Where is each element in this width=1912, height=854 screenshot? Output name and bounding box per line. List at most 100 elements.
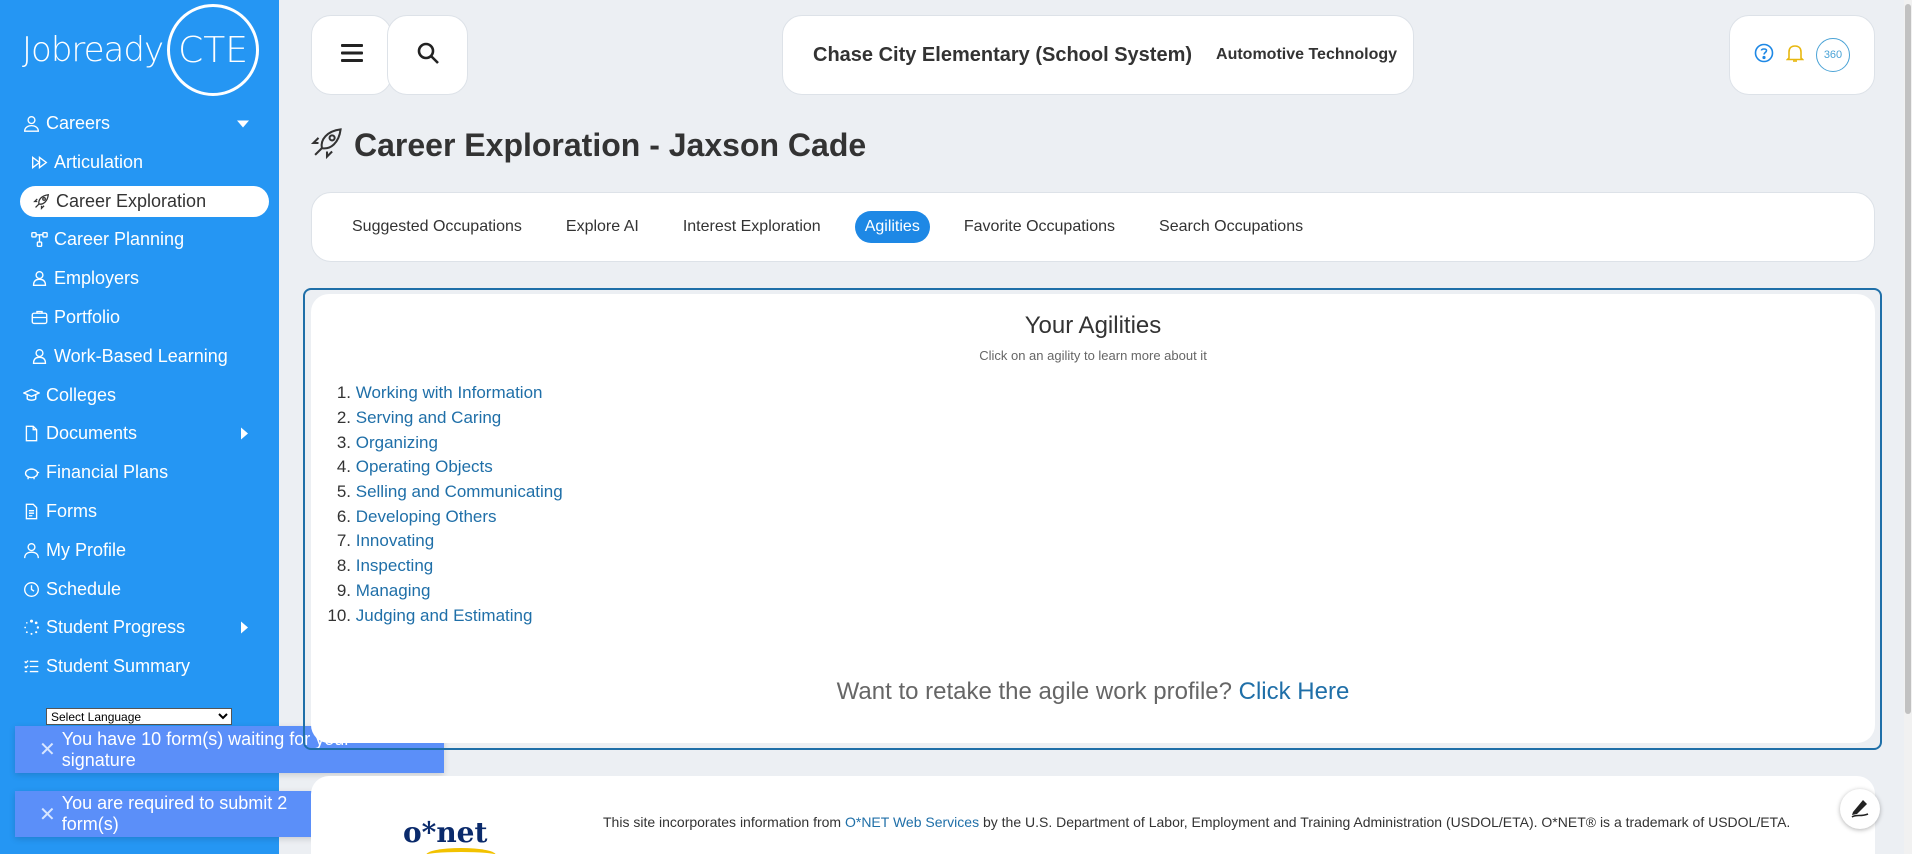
page-header: Career Exploration - Jaxson Cade	[310, 120, 866, 170]
search-icon	[416, 41, 440, 70]
file-icon	[22, 425, 40, 443]
sidebar-nav: Careers Articulation Career Exploration …	[0, 104, 279, 686]
sidebar-item-label: Careers	[46, 112, 111, 133]
school-selector[interactable]: Chase City Elementary (School System) Au…	[782, 15, 1414, 95]
tab-interest-exploration[interactable]: Interest Exploration	[673, 211, 831, 243]
help-icon[interactable]	[1754, 43, 1774, 68]
list-item: 1. Working with Information	[321, 381, 563, 406]
user-tie-icon	[22, 114, 40, 132]
sidebar-item-my-profile[interactable]: My Profile	[0, 531, 279, 570]
close-icon[interactable]: ✕	[39, 802, 56, 827]
sidebar-item-schedule[interactable]: Schedule	[0, 570, 279, 609]
program-name: Automotive Technology	[1216, 46, 1398, 63]
sidebar-item-label: Articulation	[54, 151, 144, 172]
list-item: 7. Innovating	[321, 529, 563, 554]
list-item: 6. Developing Others	[321, 504, 563, 529]
retake-text: Want to retake the agile work profile?	[836, 678, 1232, 705]
logo-text: Jobready	[22, 30, 164, 70]
sidebar-item-label: Schedule	[46, 578, 122, 599]
sidebar-item-articulation[interactable]: Articulation	[0, 143, 279, 182]
item-number: 2.	[336, 408, 351, 428]
list-item: 5. Selling and Communicating	[321, 480, 563, 505]
sidebar-item-label: Student Summary	[46, 656, 191, 677]
list-item: 10. Judging and Estimating	[321, 603, 563, 628]
sidebar-item-employers[interactable]: Employers	[0, 259, 279, 298]
tab-agilities[interactable]: Agilities	[854, 211, 930, 243]
sidebar-item-label: Career Planning	[54, 229, 185, 250]
graduation-cap-icon	[22, 386, 40, 404]
user-icon	[22, 541, 40, 559]
sidebar-item-work-based-learning[interactable]: Work-Based Learning	[0, 337, 279, 376]
feedback-button[interactable]	[1840, 789, 1880, 829]
header-actions: 360	[1729, 15, 1875, 95]
retake-link[interactable]: Click Here	[1239, 678, 1350, 705]
agility-link[interactable]: Inspecting	[356, 556, 434, 576]
agility-link[interactable]: Innovating	[356, 531, 434, 551]
close-icon[interactable]: ✕	[39, 737, 56, 762]
sidebar-item-careers[interactable]: Careers	[0, 104, 279, 143]
menu-button[interactable]	[311, 15, 392, 95]
agility-link[interactable]: Organizing	[356, 433, 438, 453]
jobready-logo[interactable]: Jobready CTE	[22, 4, 260, 96]
item-number: 3.	[336, 432, 351, 452]
agility-link[interactable]: Managing	[356, 581, 431, 601]
agility-link[interactable]: Selling and Communicating	[356, 482, 563, 502]
bell-icon[interactable]	[1785, 43, 1805, 68]
sidebar-item-forms[interactable]: Forms	[0, 492, 279, 531]
spinner-icon	[22, 619, 40, 637]
item-number: 9.	[336, 580, 351, 600]
sidebar-item-label: Forms	[46, 501, 97, 522]
tab-search-occupations[interactable]: Search Occupations	[1149, 211, 1313, 243]
onet-logo[interactable]: o*net	[403, 816, 487, 849]
item-number: 1.	[336, 383, 351, 403]
sidebar-item-student-summary[interactable]: Student Summary	[0, 647, 279, 686]
agilities-panel: Your Agilities Click on an agility to le…	[311, 294, 1875, 743]
sidebar-item-label: Portfolio	[54, 307, 121, 328]
item-number: 10.	[327, 605, 351, 625]
tab-favorite-occupations[interactable]: Favorite Occupations	[954, 211, 1125, 243]
language-select[interactable]: Select Language	[46, 708, 232, 725]
tab-explore-ai[interactable]: Explore AI	[556, 211, 649, 243]
agility-link[interactable]: Operating Objects	[356, 457, 493, 477]
pen-icon	[1849, 796, 1871, 823]
avatar[interactable]: 360	[1816, 38, 1850, 72]
chevron-right-icon	[241, 617, 249, 638]
school-name: Chase City Elementary (School System)	[813, 43, 1193, 66]
list-icon	[22, 658, 40, 676]
onet-web-services-link[interactable]: O*NET Web Services	[845, 814, 979, 830]
item-number: 6.	[336, 506, 351, 526]
sidebar-item-label: My Profile	[46, 539, 127, 560]
agility-link[interactable]: Developing Others	[356, 507, 497, 527]
item-number: 5.	[336, 482, 351, 502]
agilities-title: Your Agilities	[1024, 312, 1162, 339]
sidebar-item-label: Colleges	[46, 384, 117, 405]
sidebar-item-label: Work-Based Learning	[54, 345, 228, 366]
logo-badge: CTE	[167, 4, 260, 96]
rocket-icon	[310, 126, 344, 165]
sitemap-icon	[30, 231, 48, 249]
sidebar-item-student-progress[interactable]: Student Progress	[0, 609, 279, 648]
agility-link[interactable]: Judging and Estimating	[356, 606, 533, 626]
sidebar-item-label: Financial Plans	[46, 462, 169, 483]
search-button[interactable]	[387, 15, 468, 95]
clock-icon	[22, 580, 40, 598]
briefcase-icon	[30, 309, 48, 327]
item-number: 8.	[336, 556, 351, 576]
sidebar-item-career-exploration[interactable]: Career Exploration	[20, 185, 269, 217]
list-item: 9. Managing	[321, 579, 563, 604]
item-number: 7.	[336, 531, 351, 551]
tab-bar: Suggested Occupations Explore AI Interes…	[311, 192, 1875, 262]
item-number: 4.	[336, 457, 351, 477]
tab-suggested-occupations[interactable]: Suggested Occupations	[342, 211, 532, 243]
chevron-down-icon	[237, 113, 249, 134]
sidebar-item-financial-plans[interactable]: Financial Plans	[0, 453, 279, 492]
sidebar-item-label: Documents	[46, 423, 138, 444]
sidebar-item-colleges[interactable]: Colleges	[0, 376, 279, 415]
agility-link[interactable]: Serving and Caring	[356, 408, 502, 428]
agility-link[interactable]: Working with Information	[356, 383, 543, 403]
sidebar-item-documents[interactable]: Documents	[0, 415, 279, 454]
sidebar-item-portfolio[interactable]: Portfolio	[0, 298, 279, 337]
sidebar-item-career-planning[interactable]: Career Planning	[0, 221, 279, 260]
scrollbar-thumb[interactable]	[1905, 4, 1911, 714]
sidebar-item-label: Career Exploration	[56, 190, 207, 211]
